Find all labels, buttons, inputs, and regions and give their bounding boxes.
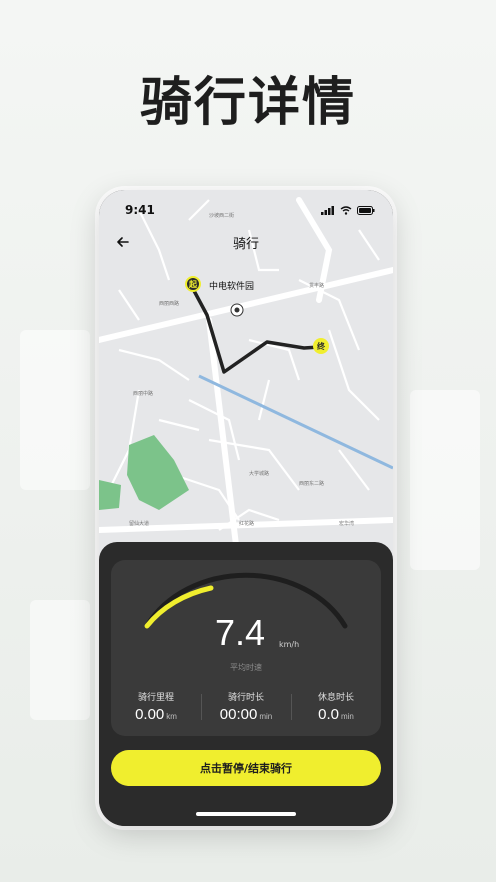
stat-label: 骑行里程 — [137, 693, 174, 703]
start-place-label: 中电软件园 — [209, 282, 255, 292]
wifi-icon — [340, 205, 352, 215]
street-label: 西丽东二路 — [299, 481, 325, 487]
stat-value: 00:00 — [219, 706, 258, 723]
street-label: 留仙大道 — [129, 521, 150, 527]
background-block — [20, 330, 90, 490]
start-marker[interactable]: 起 — [185, 276, 201, 292]
stat-ride-time: 骑行时长 00:00 min — [201, 690, 291, 730]
stat-value: 0.0 — [318, 706, 339, 723]
background-block — [410, 390, 480, 570]
promo-title: 骑行详情 — [139, 73, 356, 133]
ride-panel: 7.4 km/h 平均时速 骑行里程 0.00 km 骑行时长 00:00 min … — [99, 542, 393, 826]
stat-unit: min — [340, 712, 354, 721]
stat-unit: km — [166, 712, 177, 721]
end-marker[interactable]: 终 — [313, 338, 329, 354]
stat-label: 骑行时长 — [227, 693, 264, 703]
street-label: 西丽中路 — [133, 391, 154, 397]
ride-stats-card: 7.4 km/h 平均时速 骑行里程 0.00 km 骑行时长 00:00 min … — [111, 560, 381, 736]
status-bar: 9:41 — [99, 190, 393, 230]
battery-icon — [357, 205, 375, 215]
street-label: 西丽西路 — [159, 301, 180, 307]
street-label: 红花路 — [239, 521, 255, 527]
stats-row: 骑行里程 0.00 km 骑行时长 00:00 min 休息时长 0.0 min — [111, 690, 381, 730]
stat-rest-time: 休息时长 0.0 min — [291, 690, 381, 730]
pause-end-ride-button[interactable]: 点击暂停/结束骑行 — [111, 750, 381, 786]
street-label: 贯丰路 — [309, 283, 325, 289]
stat-value: 0.00 — [135, 706, 165, 723]
home-indicator — [196, 812, 296, 816]
street-label: 大学城路 — [249, 471, 270, 477]
speed-value: 7.4 — [215, 612, 266, 653]
stat-label: 休息时长 — [317, 693, 354, 703]
phone-screen: 沙坡西二街 西丽西路 贯丰路 西丽中路 大学城路 西丽东二路 留仙大道 红花路 … — [99, 190, 393, 826]
street-label: 宏华湾 — [339, 521, 355, 527]
signal-icon — [321, 205, 334, 215]
speed-label: 平均时速 — [230, 663, 262, 672]
background-block — [30, 600, 90, 720]
page-title: 骑行 — [232, 237, 259, 252]
stat-distance: 骑行里程 0.00 km — [111, 690, 201, 730]
speed-unit: km/h — [279, 640, 300, 649]
stat-unit: min — [259, 712, 273, 721]
status-time: 9:41 — [125, 203, 155, 217]
nav-bar: 骑行 — [99, 230, 393, 254]
